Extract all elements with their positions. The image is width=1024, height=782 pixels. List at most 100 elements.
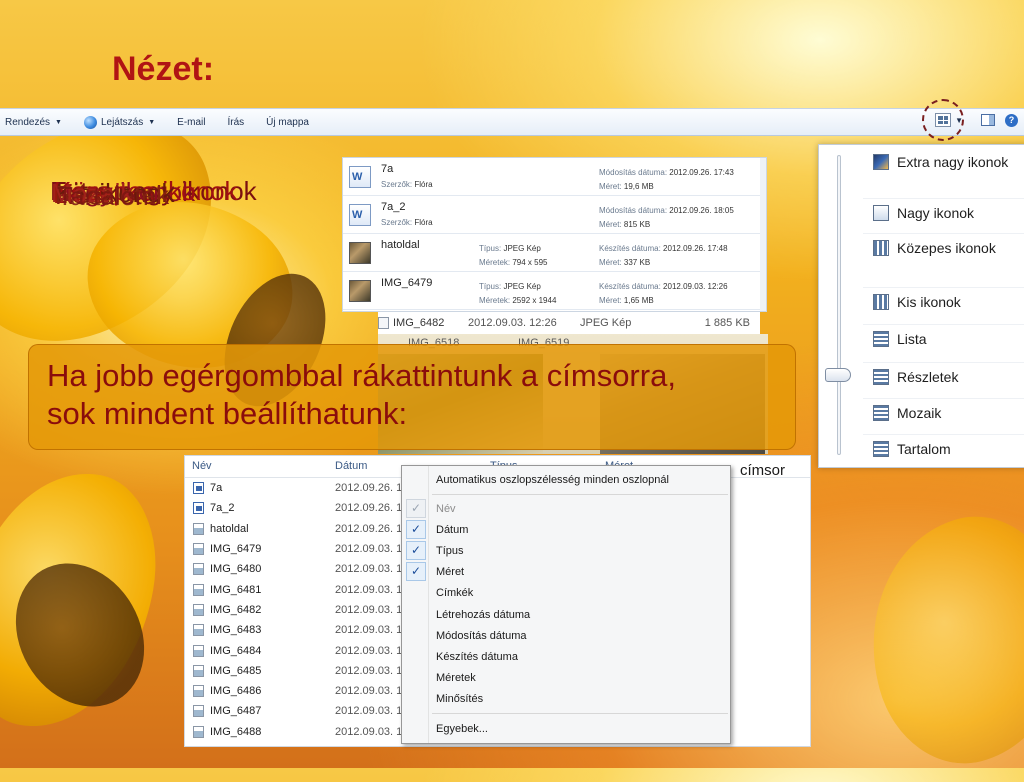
content-icon — [873, 440, 889, 457]
word-doc-icon — [349, 166, 371, 188]
file-name: hatoldal — [381, 239, 420, 251]
view-option-content[interactable]: Tartalom — [863, 434, 1024, 462]
menu-item-column-created[interactable]: Létrehozás dátuma — [402, 604, 730, 625]
file-author: Szerzők: Flóra — [381, 218, 433, 227]
medium-icons-icon — [873, 239, 889, 256]
menu-item-column-size[interactable]: ✓ Méret — [402, 561, 730, 582]
explorer-toolbar: Rendezés ▼ Lejátszás ▼ E-mail Írás Új ma… — [0, 108, 1024, 136]
menu-item-column-name[interactable]: ✓ Név — [402, 498, 730, 519]
toolbar-new-folder-label: Új mappa — [266, 116, 309, 128]
view-size-slider-thumb[interactable] — [825, 368, 851, 382]
menu-item-column-dimensions[interactable]: Méretek — [402, 667, 730, 688]
file-name: 7a — [381, 163, 394, 175]
menu-separator — [432, 494, 728, 495]
list-item[interactable]: 7a Szerzők: Flóra Módosítás dátuma: 2012… — [343, 158, 766, 196]
view-option-small-icons[interactable]: Kis ikonok — [863, 287, 1024, 315]
word-doc-icon — [193, 502, 204, 515]
toolbar-email-label: E-mail — [177, 116, 206, 128]
toolbar-burn-button[interactable]: Írás — [228, 117, 245, 128]
file-name: IMG_6479 — [381, 277, 433, 289]
file-size: Méret: 1,65 MB — [599, 296, 654, 305]
file-modified: Módosítás dátuma: 2012.09.26. 17:43 — [599, 168, 734, 177]
checkmark-icon: ✓ — [406, 562, 426, 581]
view-option-medium-icons[interactable]: Közepes ikonok — [863, 233, 1024, 261]
column-header-name[interactable]: Név — [192, 460, 212, 472]
toolbar-burn-label: Írás — [227, 116, 245, 128]
slide-title: Nézet: — [112, 50, 215, 88]
menu-item-column-date[interactable]: ✓ Dátum — [402, 519, 730, 540]
chevron-down-icon: ▼ — [55, 118, 62, 126]
image-file-icon — [193, 624, 204, 637]
file-taken: Készítés dátuma: 2012.09.03. 12:26 — [599, 282, 728, 291]
word-doc-icon — [193, 482, 204, 495]
list-item[interactable]: 7a_2 Szerzők: Flóra Módosítás dátuma: 20… — [343, 196, 766, 234]
menu-item-column-type[interactable]: ✓ Típus — [402, 540, 730, 561]
callout-box: Ha jobb egérgombbal rákattintunk a címso… — [28, 344, 796, 450]
file-size: Méret: 337 KB — [599, 258, 651, 267]
small-icons-icon — [873, 293, 889, 310]
column-context-menu: Automatikus oszlopszélesség minden oszlo… — [401, 465, 731, 744]
column-header-date[interactable]: Dátum — [335, 460, 367, 472]
toolbar-new-folder-button[interactable]: Új mappa — [266, 117, 309, 128]
callout-line-1: Ha jobb egérgombbal rákattintunk a címso… — [47, 358, 676, 393]
image-file-icon — [193, 563, 204, 576]
header-annotation-label: címsor — [740, 462, 785, 479]
details-icon — [873, 368, 889, 385]
file-dimensions: Méretek: 2592 x 1944 — [479, 296, 557, 305]
menu-item-column-rating[interactable]: Minősítés — [402, 688, 730, 709]
file-dimensions: Méretek: 794 x 595 — [479, 258, 548, 267]
image-file-icon — [378, 317, 389, 329]
toolbar-organize-label: Rendezés — [5, 116, 51, 128]
view-option-list[interactable]: Lista — [863, 324, 1024, 352]
overlap-label-8: Tartalom — [57, 181, 157, 211]
file-modified: Módosítás dátuma: 2012.09.26. 18:05 — [599, 206, 734, 215]
tiles-icon — [873, 404, 889, 421]
menu-separator — [432, 713, 728, 714]
checkmark-icon: ✓ — [406, 499, 426, 518]
preview-pane-icon[interactable] — [981, 114, 995, 126]
content-view-panel: 7a Szerzők: Flóra Módosítás dátuma: 2012… — [342, 157, 767, 312]
flower-petal-decoration — [842, 498, 1024, 782]
image-thumbnail — [349, 242, 371, 264]
menu-item-column-modified[interactable]: Módosítás dátuma — [402, 625, 730, 646]
detail-date-cell: 2012.09.03. 12:26 — [468, 317, 557, 329]
toolbar-play-button[interactable]: Lejátszás ▼ — [83, 115, 155, 129]
list-item[interactable]: hatoldal Típus: JPEG Kép Méretek: 794 x … — [343, 234, 766, 272]
help-icon[interactable]: ? — [1005, 113, 1018, 127]
view-options-menu: Extra nagy ikonok Nagy ikonok Közepes ik… — [818, 144, 1024, 468]
image-file-icon — [193, 664, 204, 677]
large-icons-icon — [873, 204, 889, 221]
image-file-icon — [193, 705, 204, 718]
view-option-details[interactable]: Részletek — [863, 362, 1024, 390]
menu-item-auto-column-width[interactable]: Automatikus oszlopszélesség minden oszlo… — [402, 469, 730, 490]
extra-large-icons-icon — [873, 154, 889, 170]
file-type: Típus: JPEG Kép — [479, 244, 541, 253]
menu-item-column-tags[interactable]: Címkék — [402, 582, 730, 603]
toolbar-organize-button[interactable]: Rendezés ▼ — [5, 117, 62, 128]
detail-size-cell: 1 885 KB — [704, 317, 750, 329]
image-file-icon — [193, 543, 204, 556]
checkmark-icon: ✓ — [406, 541, 426, 560]
scrollbar[interactable] — [760, 158, 766, 311]
menu-item-more[interactable]: Egyebek... — [402, 718, 730, 739]
file-taken: Készítés dátuma: 2012.09.26. 17:48 — [599, 244, 728, 253]
toolbar-email-button[interactable]: E-mail — [177, 117, 205, 128]
file-name: 7a_2 — [381, 201, 406, 213]
toolbar-play-label: Lejátszás — [100, 116, 144, 128]
details-view-row[interactable]: IMG_6482 2012.09.03. 12:26 JPEG Kép 1 88… — [378, 312, 760, 334]
file-author: Szerzők: Flóra — [381, 180, 433, 189]
image-file-icon — [193, 644, 204, 657]
image-file-icon — [193, 583, 204, 596]
play-icon — [83, 115, 97, 129]
callout-line-2: sok mindent beállíthatunk: — [47, 395, 408, 431]
view-option-tiles[interactable]: Mozaik — [863, 398, 1024, 426]
image-thumbnail — [349, 280, 371, 302]
view-option-large-icons[interactable]: Nagy ikonok — [863, 198, 1024, 226]
menu-item-column-taken[interactable]: Készítés dátuma — [402, 646, 730, 667]
image-file-icon — [193, 725, 204, 738]
image-file-icon — [193, 603, 204, 616]
view-size-slider-track[interactable] — [837, 155, 841, 455]
image-file-icon — [193, 522, 204, 535]
view-option-extra-large-icons[interactable]: Extra nagy ikonok — [863, 148, 1024, 176]
list-item[interactable]: IMG_6479 Típus: JPEG Kép Méretek: 2592 x… — [343, 272, 766, 310]
